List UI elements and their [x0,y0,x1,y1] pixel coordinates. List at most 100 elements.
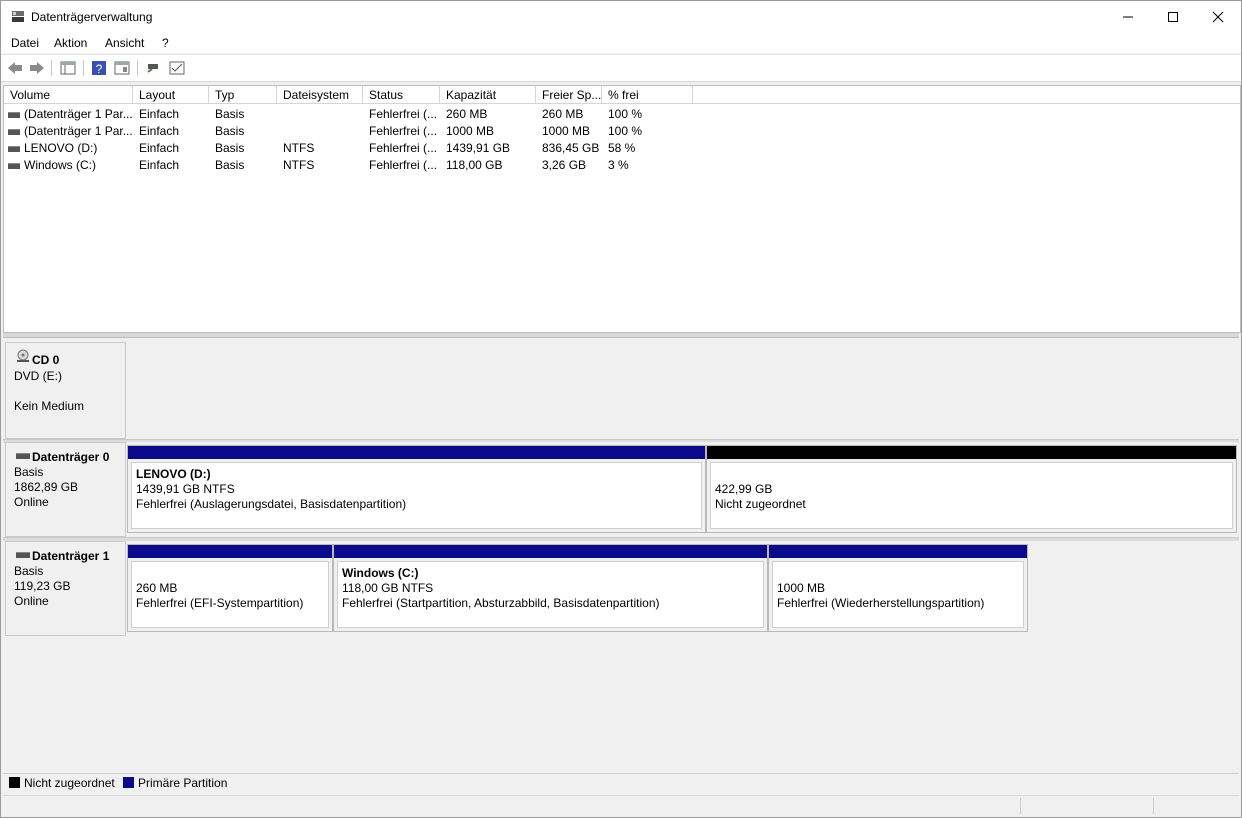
cell-kapazitaet: 260 MB [446,107,488,121]
table-row[interactable]: Windows (C:) Einfach Basis NTFS Fehlerfr… [4,157,704,174]
disk-management-window: Datenträgerverwaltung Datei Aktion Ansic… [0,0,1242,818]
column-header-prozent-frei[interactable]: % frei [602,86,693,104]
cell-kapazitaet: 1000 MB [446,124,495,138]
menu-ansicht[interactable]: Ansicht [105,36,144,50]
toolbar-separator [137,60,138,76]
partition-status: Fehlerfrei (Startpartition, Absturzabbil… [342,596,660,610]
column-header-typ[interactable]: Typ [209,86,277,104]
table-row[interactable]: (Datenträger 1 Par... Einfach Basis Fehl… [4,106,704,123]
properties-button[interactable] [113,59,131,77]
disk-label-cd0[interactable]: CD 0 DVD (E:) Kein Medium [5,342,126,439]
table-row[interactable]: LENOVO (D:) Einfach Basis NTFS Fehlerfre… [4,140,704,157]
column-header-freier-speicher[interactable]: Freier Sp... [536,86,602,104]
hard-disk-icon [16,552,30,558]
menu-help[interactable]: ? [162,36,169,50]
properties-icon [114,61,130,75]
disk-detail: Online [14,495,49,509]
cell-layout: Einfach [139,107,180,121]
partition-recovery[interactable]: 1000 MB Fehlerfrei (Wiederherstellungspa… [768,544,1028,632]
disk-detail: Kein Medium [14,399,85,413]
partition-windows-c[interactable]: Windows (C:) 118,00 GB NTFS Fehlerfrei (… [333,544,768,632]
cd-drive-icon [17,349,29,362]
disk-detail: DVD (E:) [14,369,62,383]
cell-volume: Windows (C:) [24,158,97,172]
cell-prozent-frei: 58 % [608,141,636,155]
legend-swatch-primary [123,777,134,788]
partition-status: Fehlerfrei (Auslagerungsdatei, Basisdate… [136,497,407,511]
close-button[interactable] [1195,1,1241,33]
cd0-partition-area [127,342,1237,439]
primary-partition-bar [769,545,1027,558]
close-icon [1212,11,1224,23]
connect-button[interactable] [145,59,163,77]
partition-size: 118,00 GB NTFS [342,581,434,595]
cell-dateisystem: NTFS [283,158,315,172]
disk-graphical-view: CD 0 DVD (E:) Kein Medium Datenträger 0 … [3,338,1239,772]
disk-detail: 119,23 GB [14,579,71,593]
status-bar-divider [1153,798,1154,814]
disk-detail: Basis [14,465,44,479]
cell-kapazitaet: 1439,91 GB [446,141,511,155]
column-header-filler [693,86,1240,104]
cell-freier-speicher: 836,45 GB [542,141,600,155]
partition-unallocated[interactable]: 422,99 GB Nicht zugeordnet [706,445,1237,533]
partition-status: Nicht zugeordnet [715,497,806,511]
primary-partition-bar [128,545,332,558]
cell-freier-speicher: 1000 MB [542,124,591,138]
cell-status: Fehlerfrei (... [369,124,438,138]
partition-title: Windows (C:) [342,566,419,580]
legend-label-primary: Primäre Partition [138,776,228,790]
toolbar-separator [83,60,84,76]
forward-arrow-icon [30,62,44,74]
partition-size: 1000 MB [777,581,826,595]
cell-typ: Basis [215,124,245,138]
volume-icon [8,129,20,135]
disk-detail: 1862,89 GB [14,480,79,494]
cell-status: Fehlerfrei (... [369,141,438,155]
partition-size: 260 MB [136,581,178,595]
partition-lenovo-d[interactable]: LENOVO (D:) 1439,91 GB NTFS Fehlerfrei (… [127,445,706,533]
console-tree-icon [60,61,76,75]
partition-body: 1000 MB Fehlerfrei (Wiederherstellungspa… [772,561,1024,628]
volume-icon [8,163,20,169]
cell-layout: Einfach [139,158,180,172]
disk-name: CD 0 [32,353,60,367]
back-button[interactable] [6,59,24,77]
partition-status: Fehlerfrei (Wiederherstellungspartition) [777,596,985,610]
column-header-status[interactable]: Status [363,86,440,104]
connect-icon [147,64,158,73]
maximize-icon [1168,12,1178,22]
column-header-layout[interactable]: Layout [133,86,209,104]
forward-button[interactable] [28,59,46,77]
menu-aktion[interactable]: Aktion [54,36,87,50]
cell-prozent-frei: 100 % [608,124,643,138]
column-header-kapazitaet[interactable]: Kapazität [440,86,536,104]
console-tree-button[interactable] [59,59,77,77]
cell-layout: Einfach [139,141,180,155]
cell-volume: (Datenträger 1 Par... [24,107,132,121]
disk-label-disk1[interactable]: Datenträger 1 Basis 119,23 GB Online [5,541,126,636]
disk-detail: Basis [14,564,44,578]
table-row[interactable]: (Datenträger 1 Par... Einfach Basis Fehl… [4,123,704,140]
volume-list: Volume Layout Typ Dateisystem Status Kap… [3,85,1241,333]
cell-freier-speicher: 3,26 GB [542,158,587,172]
menu-datei[interactable]: Datei [11,36,39,50]
partition-efi[interactable]: 260 MB Fehlerfrei (EFI-Systempartition) [127,544,333,632]
disk-name: Datenträger 1 [32,549,110,563]
partition-size: 1439,91 GB NTFS [136,482,235,496]
toolbar-separator [51,60,52,76]
column-header-volume[interactable]: Volume [4,86,133,104]
help-button[interactable]: ? [90,59,108,77]
title-bar: Datenträgerverwaltung [1,1,1241,33]
primary-partition-bar [128,446,705,459]
settings-button[interactable] [168,59,186,77]
minimize-button[interactable] [1105,1,1151,33]
maximize-button[interactable] [1150,1,1196,33]
column-header-dateisystem[interactable]: Dateisystem [277,86,363,104]
hard-disk-icon [16,453,30,459]
menu-bar: Datei Aktion Ansicht ? [1,33,1241,53]
minimize-icon [1123,16,1133,18]
volume-icon [8,146,20,152]
disk-label-disk0[interactable]: Datenträger 0 Basis 1862,89 GB Online [5,442,126,537]
partition-status: Fehlerfrei (EFI-Systempartition) [136,596,304,610]
